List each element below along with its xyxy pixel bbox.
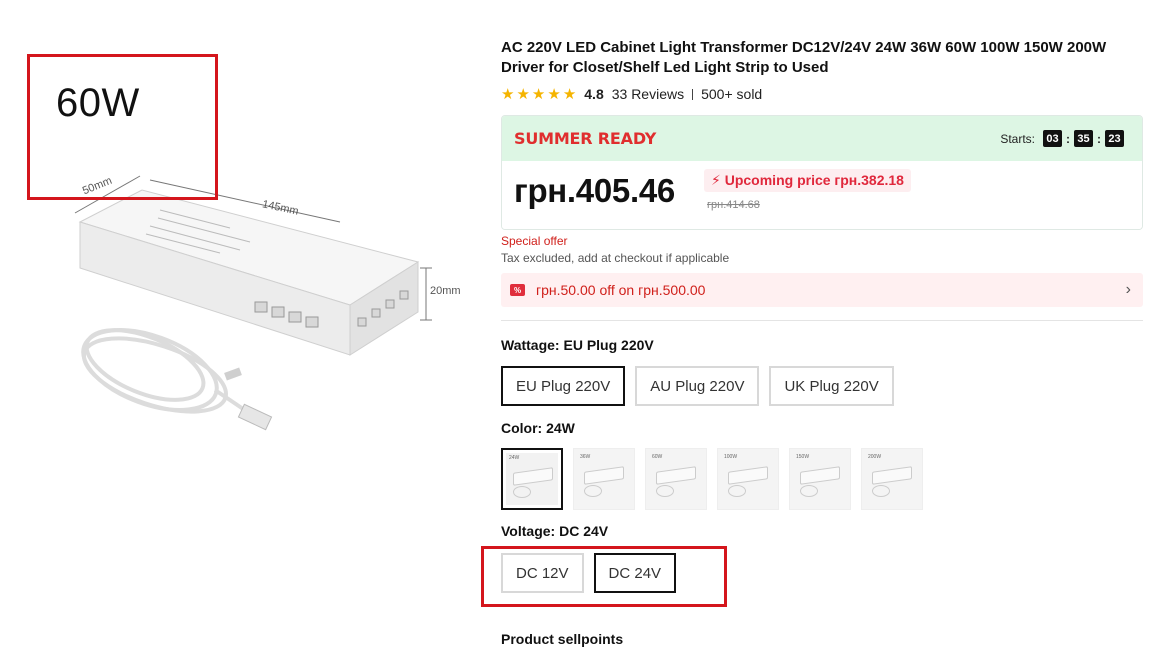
- star-icon: ★: [547, 85, 561, 103]
- wattage-selected-value: EU Plug 220V: [563, 337, 654, 353]
- swatch-24w[interactable]: 24W: [501, 448, 563, 510]
- option-uk-plug[interactable]: UK Plug 220V: [769, 366, 894, 406]
- option-au-plug[interactable]: AU Plug 220V: [635, 366, 760, 406]
- coupon-icon: %: [510, 284, 525, 296]
- star-rating: ★ ★ ★ ★ ★: [501, 87, 576, 102]
- voltage-label-text: Voltage:: [501, 523, 556, 539]
- color-label-text: Color:: [501, 420, 543, 436]
- swatch-label: 60W: [652, 454, 663, 460]
- color-label: Color: 24W: [501, 420, 1143, 436]
- option-eu-plug[interactable]: EU Plug 220V: [501, 366, 626, 406]
- coupon-banner[interactable]: % грн.50.00 off on грн.500.00 ›: [501, 273, 1143, 307]
- countdown-timer: Starts: 03 : 35 : 23: [1000, 130, 1124, 147]
- star-icon: ★: [516, 85, 530, 103]
- wattage-label-text: Wattage:: [501, 337, 560, 353]
- price-block: грн.405.46 ⚡ Upcoming price грн.382.18 г…: [502, 161, 1142, 229]
- wattage-label: Wattage: EU Plug 220V: [501, 337, 1143, 353]
- wattage-overlay-text: 60W: [56, 81, 140, 125]
- lightning-icon: ⚡: [711, 172, 721, 188]
- wattage-options: EU Plug 220V AU Plug 220V UK Plug 220V: [501, 366, 1143, 406]
- color-swatches: 24W 36W 60W 100W 150W 200W: [501, 448, 1143, 510]
- original-price: грн.414.68: [707, 199, 760, 211]
- promo-title: SUMMER READY: [514, 129, 657, 148]
- divider: [692, 88, 694, 100]
- color-selected-value: 24W: [546, 420, 575, 436]
- section-divider: [501, 320, 1143, 321]
- coupon-text: грн.50.00 off on грн.500.00: [536, 282, 706, 298]
- swatch-60w[interactable]: 60W: [645, 448, 707, 510]
- countdown-minutes: 35: [1074, 130, 1093, 147]
- sold-count: 500+ sold: [701, 86, 763, 102]
- chevron-right-icon: ›: [1125, 281, 1131, 298]
- tax-note: Tax excluded, add at checkout if applica…: [501, 251, 730, 265]
- upcoming-price-text: Upcoming price грн.382.18: [724, 172, 904, 188]
- voltage-selected-value: DC 24V: [559, 523, 609, 539]
- product-image[interactable]: 60W 50mm 145mm 20mm: [0, 0, 470, 659]
- countdown-seconds: 23: [1105, 130, 1124, 147]
- rating-value: 4.8: [584, 86, 604, 102]
- promo-header: SUMMER READY Starts: 03 : 35 : 23: [502, 116, 1142, 161]
- swatch-label: 200W: [868, 454, 882, 460]
- rating-row[interactable]: ★ ★ ★ ★ ★ 4.8 33 Reviews 500+ sold: [501, 84, 1143, 104]
- swatch-36w[interactable]: 36W: [573, 448, 635, 510]
- swatch-label: 150W: [796, 454, 810, 460]
- star-icon: ★: [501, 85, 515, 103]
- swatch-label: 100W: [724, 454, 738, 460]
- star-icon: ★: [531, 85, 546, 103]
- special-offer-text: Special offer: [501, 234, 568, 248]
- voltage-label: Voltage: DC 24V: [501, 523, 1143, 539]
- reviews-link[interactable]: 33 Reviews: [612, 86, 684, 102]
- sellpoints-heading: Product sellpoints: [501, 631, 624, 647]
- swatch-100w[interactable]: 100W: [717, 448, 779, 510]
- star-icon: ★: [562, 85, 577, 103]
- swatch-200w[interactable]: 200W: [861, 448, 923, 510]
- dimension-height: 20mm: [430, 285, 461, 297]
- swatch-label: 36W: [580, 454, 591, 460]
- current-price: грн.405.46: [514, 172, 675, 209]
- product-title: AC 220V LED Cabinet Light Transformer DC…: [501, 39, 1107, 76]
- countdown-hours: 03: [1043, 130, 1062, 147]
- promo-banner: SUMMER READY Starts: 03 : 35 : 23 грн.40…: [501, 115, 1143, 230]
- voltage-highlight-box: [481, 546, 727, 607]
- countdown-label: Starts:: [1000, 131, 1035, 146]
- swatch-label: 24W: [509, 455, 520, 461]
- wattage-highlight-box: 60W: [27, 54, 218, 200]
- swatch-150w[interactable]: 150W: [789, 448, 851, 510]
- upcoming-price-badge: ⚡ Upcoming price грн.382.18: [704, 169, 911, 192]
